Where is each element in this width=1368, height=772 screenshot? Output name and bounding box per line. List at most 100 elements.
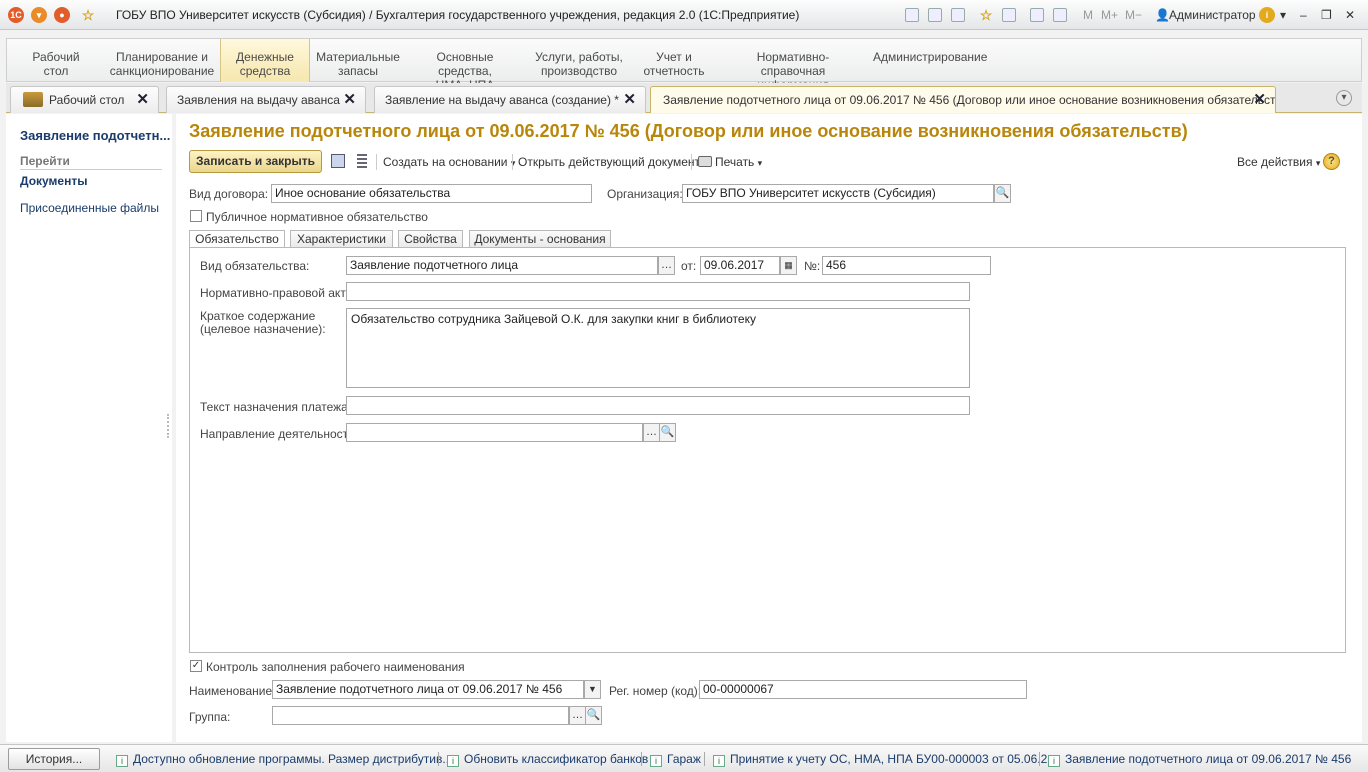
obligation-type-select-button[interactable]: … — [658, 256, 675, 275]
activity-search-icon[interactable]: 🔍 — [659, 423, 676, 442]
post-icon[interactable] — [357, 154, 367, 168]
close-tab-icon[interactable]: ✕ — [623, 87, 636, 113]
calendar-icon[interactable]: ▦ — [780, 256, 797, 275]
info-icon[interactable]: i — [1259, 7, 1275, 23]
save-window-icon[interactable] — [905, 8, 919, 22]
section-materials[interactable]: Материальные запасы — [315, 39, 401, 82]
section-accounting[interactable]: Учет и отчетность — [641, 39, 707, 82]
notification-item[interactable]: i Принятие к учету ОС, НМА, НПА БУ00-0000… — [713, 752, 1057, 767]
sidebar-resize-handle[interactable] — [167, 414, 171, 438]
contract-type-field[interactable]: Иное основание обязательства — [271, 184, 592, 203]
sidebar-form-title[interactable]: Заявление подотчетн... — [20, 128, 170, 143]
summary-label: Краткое содержание (целевое назначение): — [200, 309, 326, 336]
save-and-close-button[interactable]: Записать и закрыть — [189, 150, 322, 173]
tab-desktop[interactable]: Рабочий стол ✕ — [10, 86, 159, 113]
links-icon[interactable] — [1002, 8, 1016, 22]
summary-textarea[interactable]: Обязательство сотрудника Зайцевой О.К. д… — [346, 308, 970, 388]
sidebar-item-attached-files[interactable]: Присоединенные файлы — [20, 201, 159, 215]
tab-accountable-person-request[interactable]: Заявление подотчетного лица от 09.06.201… — [650, 86, 1276, 113]
section-cash[interactable]: Денежные средства — [220, 39, 310, 82]
activity-direction-field[interactable] — [346, 423, 643, 442]
main-menu-icon[interactable]: ▾ — [31, 7, 47, 23]
group-select-button[interactable]: … — [569, 706, 586, 725]
section-reference[interactable]: Нормативно-справочная информация — [725, 39, 861, 92]
close-icon[interactable]: ✕ — [1345, 7, 1355, 23]
all-actions-label: Все действия — [1237, 155, 1313, 169]
print-window-icon[interactable] — [928, 8, 942, 22]
help-icon[interactable]: ? — [1323, 153, 1340, 170]
tab-characteristics[interactable]: Характеристики — [290, 230, 393, 248]
notification-text: Доступно обновление программы. Размер ди… — [133, 752, 453, 766]
legal-act-field[interactable] — [346, 282, 970, 301]
section-services[interactable]: Услуги, работы, производство — [533, 39, 625, 82]
group-search-icon[interactable]: 🔍 — [585, 706, 602, 725]
info-icon: i — [650, 755, 662, 767]
section-admin[interactable]: Администрирование — [873, 39, 987, 82]
close-tab-icon[interactable]: ✕ — [343, 87, 356, 113]
save-icon[interactable] — [331, 154, 345, 168]
organization-search-icon[interactable]: 🔍 — [994, 184, 1011, 203]
create-based-on-button[interactable]: Создать на основании ▾ — [383, 155, 515, 169]
obligation-date-label: от: — [681, 259, 697, 273]
name-label: Наименование: — [189, 684, 276, 698]
app-logo-icon[interactable]: 1С — [8, 7, 24, 23]
organization-label: Организация: — [607, 187, 683, 201]
notification-item[interactable]: i Доступно обновление программы. Размер д… — [116, 752, 452, 767]
current-user[interactable]: Администратор — [1169, 7, 1256, 23]
notification-item[interactable]: i Заявление подотчетного лица от 09.06.20… — [1048, 752, 1351, 767]
preview-window-icon[interactable] — [951, 8, 965, 22]
name-field[interactable]: Заявление подотчетного лица от 09.06.201… — [272, 680, 584, 699]
minimize-icon[interactable]: – — [1300, 7, 1307, 23]
group-field[interactable] — [272, 706, 569, 725]
obligation-type-label: Вид обязательства: — [200, 259, 310, 273]
memory-plus-button[interactable]: M+ — [1101, 7, 1118, 23]
favorites-star-icon[interactable]: ☆ — [80, 7, 96, 23]
tab-advance-requests[interactable]: Заявления на выдачу аванса ✕ — [166, 86, 366, 113]
memory-minus-button[interactable]: M− — [1125, 7, 1142, 23]
print-button[interactable]: Печать ▾ — [698, 155, 762, 169]
nav-back-icon[interactable]: ● — [54, 7, 70, 23]
tab-advance-request-create[interactable]: Заявление на выдачу аванса (создание) * … — [374, 86, 646, 113]
reg-number-field[interactable]: 00-00000067 — [699, 680, 1027, 699]
restore-icon[interactable]: ❐ — [1321, 7, 1332, 23]
tab-basis-documents[interactable]: Документы - основания — [469, 230, 611, 248]
close-tab-icon[interactable]: ✕ — [136, 87, 149, 113]
organization-field[interactable]: ГОБУ ВПО Университет искусств (Субсидия) — [682, 184, 994, 203]
tabs-dropdown-icon[interactable]: ▾ — [1336, 90, 1352, 106]
obligation-date-field[interactable]: 09.06.2017 — [700, 256, 780, 275]
tab-properties[interactable]: Свойства — [398, 230, 463, 248]
close-tab-icon[interactable]: ✕ — [1253, 87, 1266, 113]
section-fixed-assets[interactable]: Основные средства, НМА, НПА — [409, 39, 521, 92]
status-separator — [704, 752, 705, 766]
toolbar-separator — [376, 154, 377, 170]
name-control-label: Контроль заполнения рабочего наименовани… — [206, 660, 465, 674]
open-current-document-button[interactable]: Открыть действующий документ — [518, 155, 700, 169]
status-separator — [438, 752, 439, 766]
obligation-number-label: №: — [804, 259, 821, 273]
section-desktop[interactable]: Рабочий стол — [21, 39, 91, 82]
all-actions-button[interactable]: Все действия ▾ — [1237, 155, 1320, 169]
info-icon: i — [1048, 755, 1060, 767]
obligation-type-field[interactable]: Заявление подотчетного лица — [346, 256, 658, 275]
section-planning[interactable]: Планирование и санкционирование — [107, 39, 217, 82]
favorites-add-icon[interactable]: ☆ — [978, 7, 994, 23]
chevron-down-icon[interactable]: ▾ — [1280, 7, 1286, 23]
name-dropdown-button[interactable]: ▼ — [584, 680, 601, 699]
calculator-icon[interactable] — [1030, 8, 1044, 22]
create-based-on-label: Создать на основании — [383, 155, 508, 169]
notification-item[interactable]: i Гараж — [650, 752, 701, 767]
memory-m-button[interactable]: M — [1083, 7, 1093, 23]
calendar-icon[interactable] — [1053, 8, 1067, 22]
notification-text: Принятие к учету ОС, НМА, НПА БУ00-00000… — [730, 752, 1058, 766]
activity-select-button[interactable]: … — [643, 423, 660, 442]
history-button[interactable]: История... — [8, 748, 100, 770]
payment-text-field[interactable] — [346, 396, 970, 415]
tab-label: Заявление подотчетного лица от 09.06.201… — [663, 93, 1276, 107]
name-control-checkbox[interactable]: ✓ — [190, 660, 202, 672]
sidebar-item-documents[interactable]: Документы — [20, 174, 87, 188]
public-obligation-checkbox[interactable] — [190, 210, 202, 222]
activity-direction-label: Направление деятельности: — [200, 427, 359, 441]
notification-item[interactable]: i Обновить классификатор банков — [447, 752, 648, 767]
tab-label: Заявление на выдачу аванса (создание) * — [385, 93, 619, 107]
obligation-number-field[interactable]: 456 — [822, 256, 991, 275]
